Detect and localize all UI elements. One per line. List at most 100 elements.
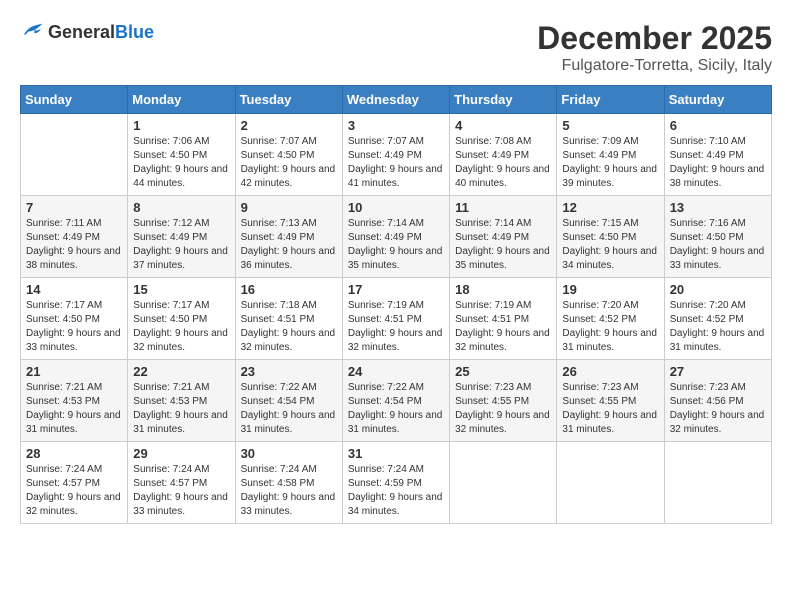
day-number: 4 bbox=[455, 118, 551, 133]
calendar-cell: 23 Sunrise: 7:22 AMSunset: 4:54 PMDayligh… bbox=[235, 360, 342, 442]
calendar-week-row: 7 Sunrise: 7:11 AMSunset: 4:49 PMDaylight… bbox=[21, 196, 772, 278]
day-info: Sunrise: 7:11 AMSunset: 4:49 PMDaylight:… bbox=[26, 217, 122, 273]
day-info: Sunrise: 7:21 AMSunset: 4:53 PMDaylight:… bbox=[26, 381, 122, 437]
day-number: 22 bbox=[133, 364, 229, 379]
day-info: Sunrise: 7:18 AMSunset: 4:51 PMDaylight:… bbox=[241, 299, 337, 355]
calendar-cell: 15Sunrise: 7:17 AMSunset: 4:50 PMDayligh… bbox=[128, 278, 235, 360]
day-info: Sunrise: 7:07 AMSunset: 4:50 PMDaylight:… bbox=[241, 135, 337, 191]
logo-blue: Blue bbox=[115, 22, 154, 42]
calendar-cell: 1Sunrise: 7:06 AMSunset: 4:50 PMDaylight… bbox=[128, 114, 235, 196]
day-info: Sunrise: 7:09 AMSunset: 4:49 PMDaylight:… bbox=[562, 135, 658, 191]
day-info: Sunrise: 7:22 AMSunset: 4:54 PMDaylight:… bbox=[348, 381, 444, 437]
day-number: 1 bbox=[133, 118, 229, 133]
calendar-cell: 10 Sunrise: 7:14 AMSunset: 4:49 PMDayligh… bbox=[342, 196, 449, 278]
calendar-cell: 9 Sunrise: 7:13 AMSunset: 4:49 PMDaylight… bbox=[235, 196, 342, 278]
day-info: Sunrise: 7:24 AMSunset: 4:58 PMDaylight:… bbox=[241, 463, 337, 519]
calendar-cell: 11 Sunrise: 7:14 AMSunset: 4:49 PMDayligh… bbox=[450, 196, 557, 278]
calendar-cell: 25 Sunrise: 7:23 AMSunset: 4:55 PMDayligh… bbox=[450, 360, 557, 442]
calendar: SundayMondayTuesdayWednesdayThursdayFrid… bbox=[20, 85, 772, 524]
calendar-cell: 26 Sunrise: 7:23 AMSunset: 4:55 PMDayligh… bbox=[557, 360, 664, 442]
day-info: Sunrise: 7:24 AMSunset: 4:57 PMDaylight:… bbox=[133, 463, 229, 519]
calendar-week-row: 21 Sunrise: 7:21 AMSunset: 4:53 PMDayligh… bbox=[21, 360, 772, 442]
day-info: Sunrise: 7:12 AMSunset: 4:49 PMDaylight:… bbox=[133, 217, 229, 273]
calendar-cell: 2 Sunrise: 7:07 AMSunset: 4:50 PMDaylight… bbox=[235, 114, 342, 196]
day-info: Sunrise: 7:23 AMSunset: 4:55 PMDaylight:… bbox=[562, 381, 658, 437]
calendar-cell: 7 Sunrise: 7:11 AMSunset: 4:49 PMDaylight… bbox=[21, 196, 128, 278]
calendar-cell: 30 Sunrise: 7:24 AMSunset: 4:58 PMDayligh… bbox=[235, 442, 342, 524]
calendar-header-wednesday: Wednesday bbox=[342, 86, 449, 114]
day-info: Sunrise: 7:20 AMSunset: 4:52 PMDaylight:… bbox=[562, 299, 658, 355]
calendar-header-thursday: Thursday bbox=[450, 86, 557, 114]
day-info: Sunrise: 7:23 AMSunset: 4:55 PMDaylight:… bbox=[455, 381, 551, 437]
calendar-cell: 21 Sunrise: 7:21 AMSunset: 4:53 PMDayligh… bbox=[21, 360, 128, 442]
day-info: Sunrise: 7:22 AMSunset: 4:54 PMDaylight:… bbox=[241, 381, 337, 437]
month-title: December 2025 bbox=[537, 20, 772, 57]
day-number: 6 bbox=[670, 118, 766, 133]
calendar-cell bbox=[450, 442, 557, 524]
calendar-week-row: 1Sunrise: 7:06 AMSunset: 4:50 PMDaylight… bbox=[21, 114, 772, 196]
calendar-header-saturday: Saturday bbox=[664, 86, 771, 114]
calendar-header-tuesday: Tuesday bbox=[235, 86, 342, 114]
day-info: Sunrise: 7:19 AMSunset: 4:51 PMDaylight:… bbox=[455, 299, 551, 355]
logo-text: GeneralBlue bbox=[48, 22, 154, 43]
day-number: 26 bbox=[562, 364, 658, 379]
day-number: 25 bbox=[455, 364, 551, 379]
calendar-cell: 24 Sunrise: 7:22 AMSunset: 4:54 PMDayligh… bbox=[342, 360, 449, 442]
day-info: Sunrise: 7:14 AMSunset: 4:49 PMDaylight:… bbox=[455, 217, 551, 273]
location-title: Fulgatore-Torretta, Sicily, Italy bbox=[537, 57, 772, 75]
calendar-cell: 8Sunrise: 7:12 AMSunset: 4:49 PMDaylight… bbox=[128, 196, 235, 278]
calendar-cell: 28Sunrise: 7:24 AMSunset: 4:57 PMDayligh… bbox=[21, 442, 128, 524]
day-number: 15 bbox=[133, 282, 229, 297]
header: GeneralBlue December 2025 Fulgatore-Torr… bbox=[20, 20, 772, 75]
day-number: 10 bbox=[348, 200, 444, 215]
calendar-cell: 31Sunrise: 7:24 AMSunset: 4:59 PMDayligh… bbox=[342, 442, 449, 524]
calendar-cell: 14Sunrise: 7:17 AMSunset: 4:50 PMDayligh… bbox=[21, 278, 128, 360]
day-number: 11 bbox=[455, 200, 551, 215]
day-info: Sunrise: 7:20 AMSunset: 4:52 PMDaylight:… bbox=[670, 299, 766, 355]
day-number: 12 bbox=[562, 200, 658, 215]
day-number: 24 bbox=[348, 364, 444, 379]
day-info: Sunrise: 7:16 AMSunset: 4:50 PMDaylight:… bbox=[670, 217, 766, 273]
day-number: 7 bbox=[26, 200, 122, 215]
logo-icon bbox=[20, 20, 44, 45]
calendar-cell: 12 Sunrise: 7:15 AMSunset: 4:50 PMDayligh… bbox=[557, 196, 664, 278]
day-number: 19 bbox=[562, 282, 658, 297]
day-number: 23 bbox=[241, 364, 337, 379]
day-info: Sunrise: 7:15 AMSunset: 4:50 PMDaylight:… bbox=[562, 217, 658, 273]
calendar-header-sunday: Sunday bbox=[21, 86, 128, 114]
day-number: 3 bbox=[348, 118, 444, 133]
day-number: 5 bbox=[562, 118, 658, 133]
day-number: 29 bbox=[133, 446, 229, 461]
calendar-cell: 4 Sunrise: 7:08 AMSunset: 4:49 PMDaylight… bbox=[450, 114, 557, 196]
calendar-cell: 6 Sunrise: 7:10 AMSunset: 4:49 PMDaylight… bbox=[664, 114, 771, 196]
day-info: Sunrise: 7:13 AMSunset: 4:49 PMDaylight:… bbox=[241, 217, 337, 273]
calendar-cell: 13Sunrise: 7:16 AMSunset: 4:50 PMDayligh… bbox=[664, 196, 771, 278]
calendar-cell bbox=[557, 442, 664, 524]
day-number: 16 bbox=[241, 282, 337, 297]
day-number: 18 bbox=[455, 282, 551, 297]
day-number: 30 bbox=[241, 446, 337, 461]
day-info: Sunrise: 7:10 AMSunset: 4:49 PMDaylight:… bbox=[670, 135, 766, 191]
day-number: 21 bbox=[26, 364, 122, 379]
calendar-cell: 18 Sunrise: 7:19 AMSunset: 4:51 PMDayligh… bbox=[450, 278, 557, 360]
calendar-cell bbox=[21, 114, 128, 196]
day-number: 31 bbox=[348, 446, 444, 461]
calendar-cell: 19 Sunrise: 7:20 AMSunset: 4:52 PMDayligh… bbox=[557, 278, 664, 360]
day-info: Sunrise: 7:08 AMSunset: 4:49 PMDaylight:… bbox=[455, 135, 551, 191]
calendar-cell: 27Sunrise: 7:23 AMSunset: 4:56 PMDayligh… bbox=[664, 360, 771, 442]
calendar-cell: 20Sunrise: 7:20 AMSunset: 4:52 PMDayligh… bbox=[664, 278, 771, 360]
calendar-cell: 3Sunrise: 7:07 AMSunset: 4:49 PMDaylight… bbox=[342, 114, 449, 196]
calendar-week-row: 28Sunrise: 7:24 AMSunset: 4:57 PMDayligh… bbox=[21, 442, 772, 524]
calendar-header-monday: Monday bbox=[128, 86, 235, 114]
day-number: 2 bbox=[241, 118, 337, 133]
calendar-cell: 5 Sunrise: 7:09 AMSunset: 4:49 PMDaylight… bbox=[557, 114, 664, 196]
day-info: Sunrise: 7:14 AMSunset: 4:49 PMDaylight:… bbox=[348, 217, 444, 273]
calendar-header-friday: Friday bbox=[557, 86, 664, 114]
calendar-cell bbox=[664, 442, 771, 524]
calendar-header-row: SundayMondayTuesdayWednesdayThursdayFrid… bbox=[21, 86, 772, 114]
day-info: Sunrise: 7:21 AMSunset: 4:53 PMDaylight:… bbox=[133, 381, 229, 437]
day-info: Sunrise: 7:19 AMSunset: 4:51 PMDaylight:… bbox=[348, 299, 444, 355]
calendar-cell: 29 Sunrise: 7:24 AMSunset: 4:57 PMDayligh… bbox=[128, 442, 235, 524]
day-number: 9 bbox=[241, 200, 337, 215]
day-info: Sunrise: 7:24 AMSunset: 4:57 PMDaylight:… bbox=[26, 463, 122, 519]
